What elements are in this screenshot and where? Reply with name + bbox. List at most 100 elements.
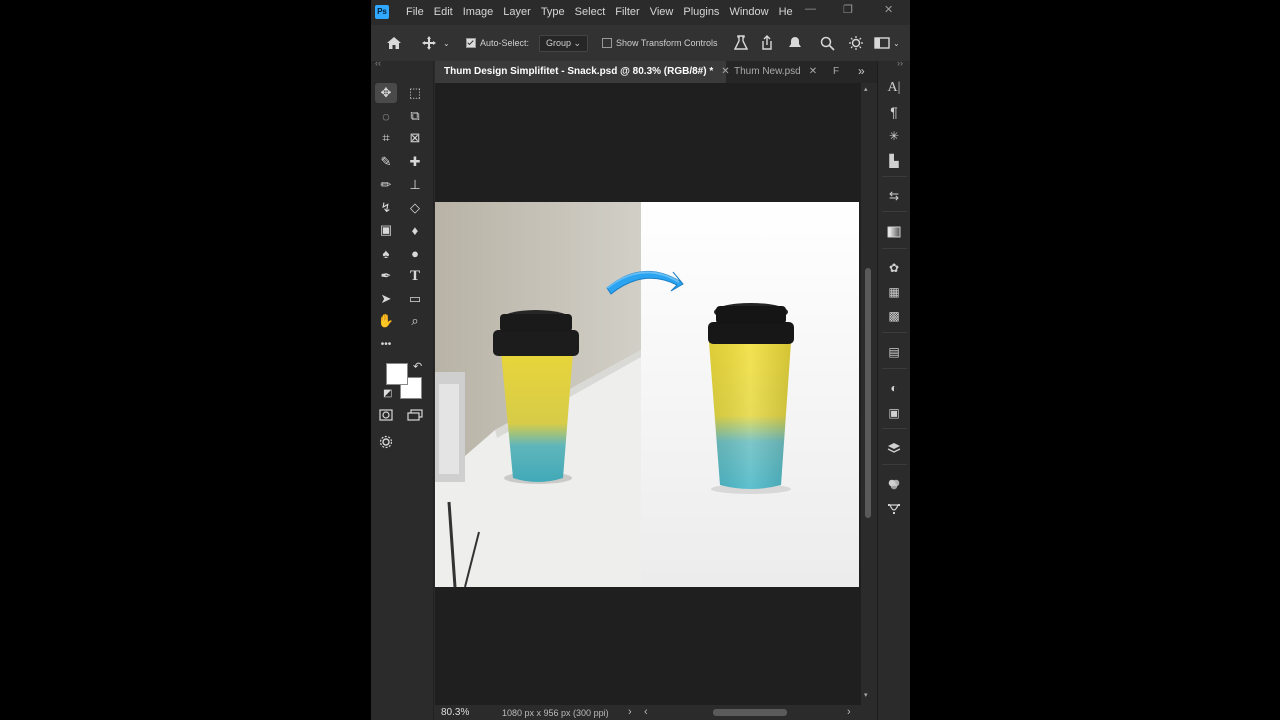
menu-plugins[interactable]: Plugins	[678, 0, 724, 25]
tab-thum-design[interactable]: Thum Design Simplifitet - Snack.psd @ 80…	[435, 61, 730, 83]
quick-mask-icon	[379, 409, 393, 421]
scroll-up-icon[interactable]: ▴	[864, 85, 868, 93]
paths-icon[interactable]	[885, 500, 903, 518]
menu-view[interactable]: View	[645, 0, 679, 25]
menu-select[interactable]: Select	[570, 0, 611, 25]
blur-tool[interactable]: ♦	[404, 220, 426, 240]
auto-select-dropdown[interactable]: Group ⌄	[539, 25, 589, 61]
paragraph-icon[interactable]: ¶	[885, 103, 903, 121]
search-button[interactable]	[820, 25, 835, 61]
layers-icon[interactable]	[885, 439, 903, 457]
eraser-tool[interactable]: ◇	[404, 198, 426, 218]
history-icon[interactable]: ⇆	[885, 187, 903, 205]
photoshop-window: Ps File Edit Image Layer Type Select Fil…	[371, 0, 910, 720]
menu-type[interactable]: Type	[536, 0, 570, 25]
tab-thum-new[interactable]: Thum New.psd ✕	[725, 61, 834, 83]
dodge-tool[interactable]: ♠	[375, 243, 397, 263]
foreground-color-swatch-front[interactable]	[386, 363, 408, 385]
crop-tool[interactable]: ⌗	[375, 128, 397, 148]
pen-tool[interactable]: ✒	[375, 266, 397, 286]
channels-icon[interactable]	[885, 475, 903, 493]
plugins-icon[interactable]: ▙	[885, 152, 903, 170]
character-icon[interactable]: A|	[885, 79, 903, 97]
share-button[interactable]	[760, 25, 774, 61]
healing-brush-tool[interactable]: ✚	[404, 152, 426, 172]
lightbulb-icon	[849, 36, 863, 50]
canvas-area[interactable]	[435, 83, 861, 705]
libraries-icon[interactable]: ▤	[885, 343, 903, 361]
swatches-icon[interactable]: ▦	[885, 283, 903, 301]
hscroll-left-icon[interactable]: ‹	[644, 706, 648, 718]
adjustments-icon[interactable]: ◐	[885, 379, 903, 397]
close-icon[interactable]: ✕	[809, 66, 817, 77]
zoom-tool[interactable]: ⌕	[404, 311, 426, 331]
search-icon	[820, 36, 835, 51]
show-transform-checkbox[interactable]: Show Transform Controls	[602, 25, 718, 61]
quick-mask-button[interactable]	[375, 405, 397, 425]
tabs-overflow-icon[interactable]: »	[858, 64, 865, 78]
vertical-scrollbar[interactable]: ▴ ▾	[861, 83, 876, 705]
properties-icon[interactable]: ▣	[885, 404, 903, 422]
ai-magic-icon[interactable]: ✳	[885, 127, 903, 145]
patterns-icon[interactable]: ▩	[885, 307, 903, 325]
zoom-level[interactable]: 80.3%	[441, 707, 469, 718]
swap-colors-icon[interactable]: ↶	[413, 360, 422, 373]
gradients-icon[interactable]	[885, 223, 903, 241]
path-selection-tool[interactable]: ➤	[375, 289, 397, 309]
menu-layer[interactable]: Layer	[498, 0, 536, 25]
auto-select-checkbox[interactable]: Auto-Select:	[466, 25, 529, 61]
hscroll-right-icon[interactable]: ›	[847, 706, 851, 718]
type-tool[interactable]: T	[404, 266, 426, 286]
history-brush-tool[interactable]: ↯	[375, 198, 397, 218]
eyedropper-tool[interactable]: ✎	[375, 152, 397, 172]
object-select-tool[interactable]: ⧉	[404, 106, 426, 126]
options-bar: ⌄ Auto-Select: Group ⌄ Show Transform Co…	[371, 25, 910, 62]
frame-tool[interactable]: ⊠	[404, 128, 426, 148]
status-menu-arrow-icon[interactable]: ›	[628, 706, 632, 718]
scroll-down-icon[interactable]: ▾	[864, 691, 868, 699]
document-info[interactable]: 1080 px x 956 px (300 ppi)	[502, 708, 609, 718]
maximize-button[interactable]: ❐	[843, 3, 853, 16]
burn-tool[interactable]: ●	[404, 243, 426, 263]
collapse-toolbar-icon[interactable]: ‹‹	[375, 58, 381, 68]
chevron-down-icon: ⌄	[443, 38, 450, 48]
document-tabs: Thum Design Simplifitet - Snack.psd @ 80…	[435, 61, 877, 83]
rectangle-tool[interactable]: ▭	[404, 289, 426, 309]
screen-mode-button[interactable]	[404, 405, 426, 425]
brush-tool[interactable]: ✏	[375, 175, 397, 195]
marquee-tool[interactable]: ⬚	[404, 83, 426, 103]
lasso-tool[interactable]: ◌	[375, 106, 397, 126]
home-button[interactable]	[386, 25, 402, 61]
menu-bar: Ps File Edit Image Layer Type Select Fil…	[371, 0, 910, 25]
generative-fill-button[interactable]	[375, 432, 397, 452]
hand-tool[interactable]: ✋	[375, 311, 397, 331]
color-icon[interactable]: ✿	[885, 259, 903, 277]
menu-image[interactable]: Image	[458, 0, 499, 25]
workspace-button[interactable]: ⌄	[874, 25, 900, 61]
checkbox-icon	[466, 38, 476, 48]
discover-button[interactable]	[848, 25, 864, 61]
notifications-button[interactable]	[786, 25, 804, 61]
auto-select-label: Auto-Select:	[480, 38, 530, 48]
default-colors-icon[interactable]: ◩	[383, 388, 392, 399]
tab-label: Thum New.psd	[734, 66, 801, 77]
edit-toolbar-button[interactable]: •••	[375, 334, 397, 354]
horizontal-scrollbar-thumb[interactable]	[713, 709, 787, 716]
menu-edit[interactable]: Edit	[429, 0, 458, 25]
menu-window[interactable]: Window	[724, 0, 773, 25]
menu-filter[interactable]: Filter	[610, 0, 644, 25]
beaker-button[interactable]	[734, 25, 748, 61]
gradient-tool[interactable]: ▣	[375, 220, 397, 240]
move-tool[interactable]: ✥	[375, 83, 397, 103]
scrollbar-thumb[interactable]	[865, 268, 871, 518]
tab-f[interactable]: F	[824, 61, 843, 83]
close-button[interactable]: ✕	[884, 3, 893, 16]
minimize-button[interactable]: —	[805, 3, 816, 15]
expand-panels-icon[interactable]: ››	[897, 58, 903, 68]
move-tool-preset-button[interactable]: ⌄	[421, 25, 450, 61]
document-canvas[interactable]	[435, 202, 859, 587]
menu-help[interactable]: He	[774, 0, 798, 25]
menu-file[interactable]: File	[401, 0, 429, 25]
photoshop-logo-icon: Ps	[375, 5, 389, 19]
clone-stamp-tool[interactable]: ⊥	[404, 175, 426, 195]
